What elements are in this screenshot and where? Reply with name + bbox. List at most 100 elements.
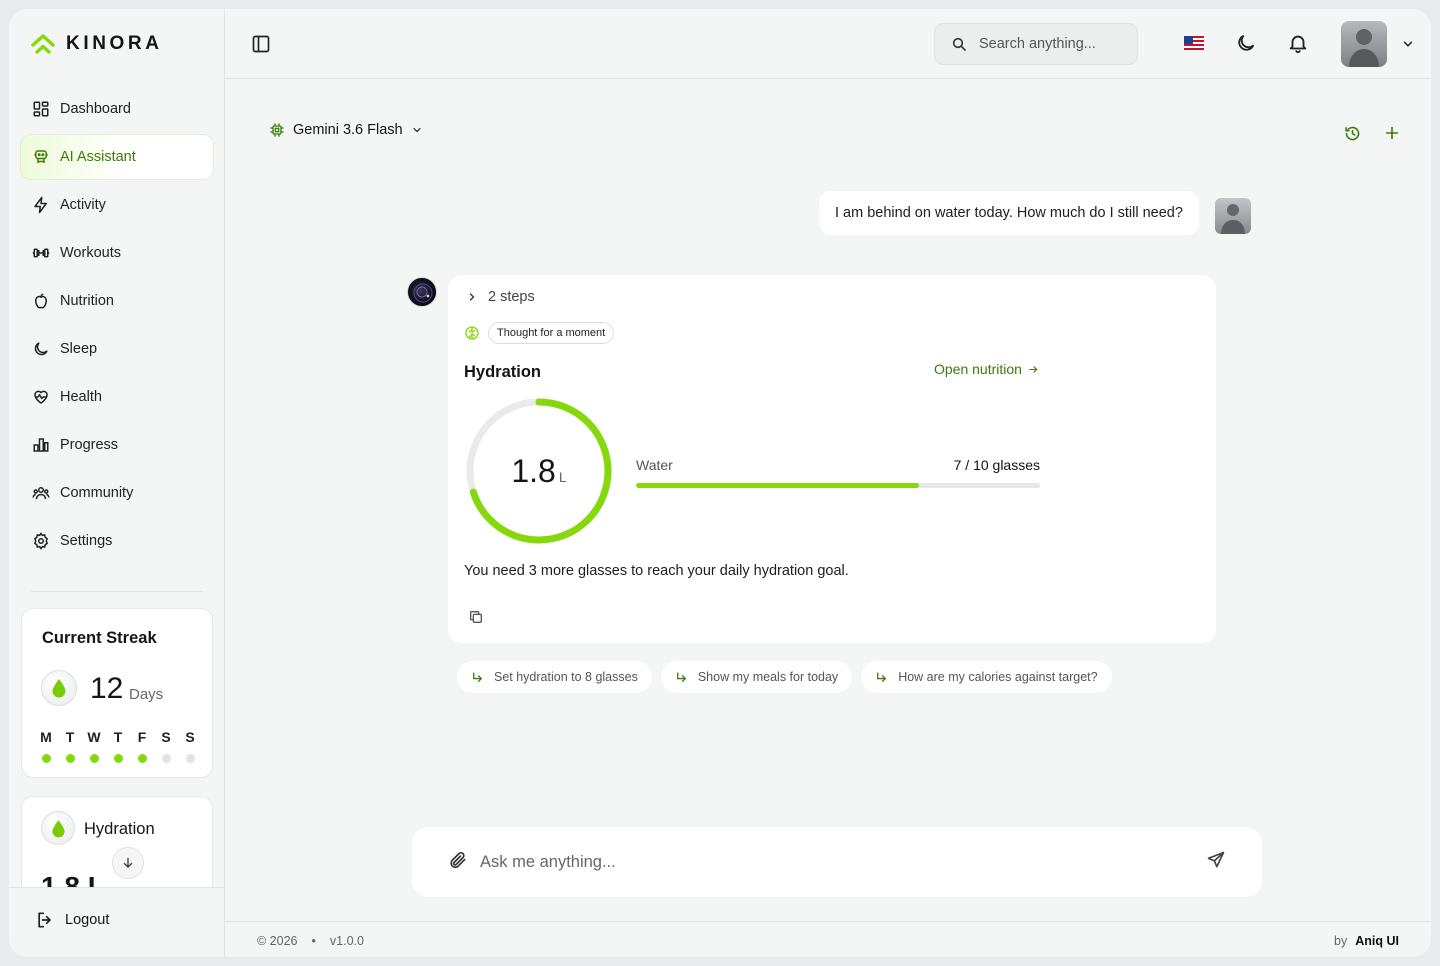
- sidebar: KINORA Dashboard AI Assistant Activity W…: [9, 9, 225, 957]
- hydration-card-title: Hydration: [84, 820, 155, 838]
- hydration-widget-title: Hydration: [464, 363, 542, 381]
- language-selector[interactable]: [1184, 36, 1204, 55]
- bar-chart-icon: [33, 438, 49, 452]
- sidebar-toggle-button[interactable]: [251, 34, 271, 59]
- chevron-right-icon: [469, 293, 475, 301]
- copyright-text: © 2026: [257, 934, 298, 948]
- version-text: v1.0.0: [329, 934, 364, 948]
- day-letter: M: [40, 729, 52, 745]
- sidebar-item-community[interactable]: Community: [21, 471, 213, 515]
- sidebar-item-label: Community: [60, 485, 134, 501]
- kinora-logo-icon: [31, 34, 55, 54]
- sidebar-item-label: Progress: [60, 437, 119, 453]
- day-dot-done: [137, 754, 147, 763]
- sidebar-item-dashboard[interactable]: Dashboard: [21, 87, 213, 131]
- day-letter: W: [87, 729, 101, 745]
- open-nutrition-link[interactable]: Open nutrition: [934, 361, 1039, 377]
- notifications-button[interactable]: [1287, 32, 1309, 59]
- sidebar-item-label: Health: [60, 389, 102, 405]
- apple-icon: [34, 293, 48, 309]
- brand-name: KINORA: [66, 33, 163, 54]
- steps-toggle[interactable]: 2 steps: [466, 289, 535, 305]
- brain-icon: [465, 326, 479, 340]
- sidebar-item-nutrition[interactable]: Nutrition: [21, 279, 213, 323]
- user-avatar[interactable]: [1341, 21, 1387, 67]
- send-button[interactable]: [1206, 850, 1226, 875]
- chat-area: Gemini 3.6 Flash I am behind on water to…: [225, 79, 1431, 921]
- day-letter: T: [65, 729, 75, 745]
- streak-day: F: [130, 729, 154, 763]
- suggestion-chip[interactable]: Set hydration to 8 glasses: [457, 661, 652, 693]
- model-selector[interactable]: Gemini 3.6 Flash: [269, 122, 423, 138]
- moon-icon: [1238, 34, 1255, 51]
- user-message-avatar: [1215, 198, 1251, 234]
- paperclip-icon: [450, 851, 466, 868]
- day-letter: S: [185, 729, 195, 745]
- copy-button[interactable]: [468, 609, 484, 630]
- copy-icon: [470, 611, 482, 623]
- sidebar-item-health[interactable]: Health: [21, 375, 213, 419]
- sidebar-item-activity[interactable]: Activity: [21, 183, 213, 227]
- logout-label: Logout: [65, 912, 110, 928]
- day-dot-done: [89, 754, 99, 763]
- search-bar[interactable]: [934, 23, 1138, 65]
- suggestion-chip[interactable]: How are my calories against target?: [861, 661, 1112, 693]
- sidebar-item-settings[interactable]: Settings: [21, 519, 213, 563]
- user-message: I am behind on water today. How much do …: [819, 191, 1199, 235]
- message-input[interactable]: [480, 852, 1206, 872]
- search-input[interactable]: [979, 36, 1119, 52]
- users-icon: [32, 487, 50, 500]
- chip-icon: [270, 123, 284, 137]
- logout-button[interactable]: Logout: [35, 910, 109, 930]
- sidebar-item-progress[interactable]: Progress: [21, 423, 213, 467]
- suggestion-label: Show my meals for today: [697, 670, 839, 684]
- assistant-reply-text: You need 3 more glasses to reach your da…: [464, 563, 849, 579]
- sidebar-item-label: Settings: [60, 533, 113, 549]
- avatar-image: [1349, 29, 1379, 67]
- suggestion-chip[interactable]: Show my meals for today: [660, 661, 853, 693]
- day-letter: T: [113, 729, 123, 745]
- streak-unit: Days: [129, 686, 164, 703]
- sidebar-item-workouts[interactable]: Workouts: [21, 231, 213, 275]
- page-footer: © 2026 • v1.0.0 by Aniq UI: [225, 921, 1431, 957]
- chevron-down-icon: [1403, 41, 1413, 47]
- scroll-down-button[interactable]: [112, 847, 144, 879]
- top-header: [225, 9, 1431, 79]
- chevron-down-icon: [413, 127, 421, 133]
- corner-arrow-icon: [473, 672, 483, 682]
- water-label: Water: [636, 457, 673, 473]
- day-dot-done: [113, 754, 123, 763]
- streak-day: S: [178, 729, 202, 763]
- new-chat-button[interactable]: [1382, 123, 1402, 143]
- app-shell: KINORA Dashboard AI Assistant Activity W…: [9, 9, 1431, 957]
- sidebar-item-label: Sleep: [60, 341, 98, 357]
- history-button[interactable]: [1342, 123, 1362, 143]
- footer-by: by: [1334, 934, 1348, 948]
- hydration-ring-value: 1.8: [511, 452, 556, 489]
- sidebar-item-sleep[interactable]: Sleep: [21, 327, 213, 371]
- streak-card: Current Streak 12 Days M T W T F S S: [21, 608, 213, 778]
- day-dot-done: [41, 754, 51, 763]
- account-menu-button[interactable]: [1401, 37, 1415, 56]
- theme-toggle-button[interactable]: [1235, 32, 1257, 59]
- sidebar-item-ai-assistant[interactable]: AI Assistant: [21, 135, 213, 179]
- assistant-orb-icon: [413, 283, 433, 303]
- streak-day: T: [58, 729, 82, 763]
- steps-label: 2 steps: [488, 289, 535, 305]
- suggestion-label: How are my calories against target?: [898, 670, 1098, 684]
- water-drop-icon: [51, 819, 65, 837]
- sidebar-item-label: Dashboard: [60, 101, 131, 117]
- plus-icon: [1385, 126, 1399, 140]
- bot-icon: [34, 150, 48, 163]
- footer-author-link[interactable]: Aniq UI: [1355, 934, 1399, 948]
- logout-bar: Logout: [9, 887, 224, 957]
- water-drop-icon: [52, 679, 66, 698]
- thought-badge: Thought for a moment: [488, 322, 615, 344]
- dumbbell-icon: [32, 248, 50, 258]
- streak-count: 12: [90, 672, 124, 705]
- assistant-reply-card: 2 steps Thought for a moment Hydration O…: [448, 275, 1216, 643]
- brand-logo[interactable]: KINORA: [31, 33, 163, 55]
- sidebar-item-label: Workouts: [60, 245, 121, 261]
- day-dot-pending: [161, 754, 171, 763]
- attach-button[interactable]: [448, 850, 468, 875]
